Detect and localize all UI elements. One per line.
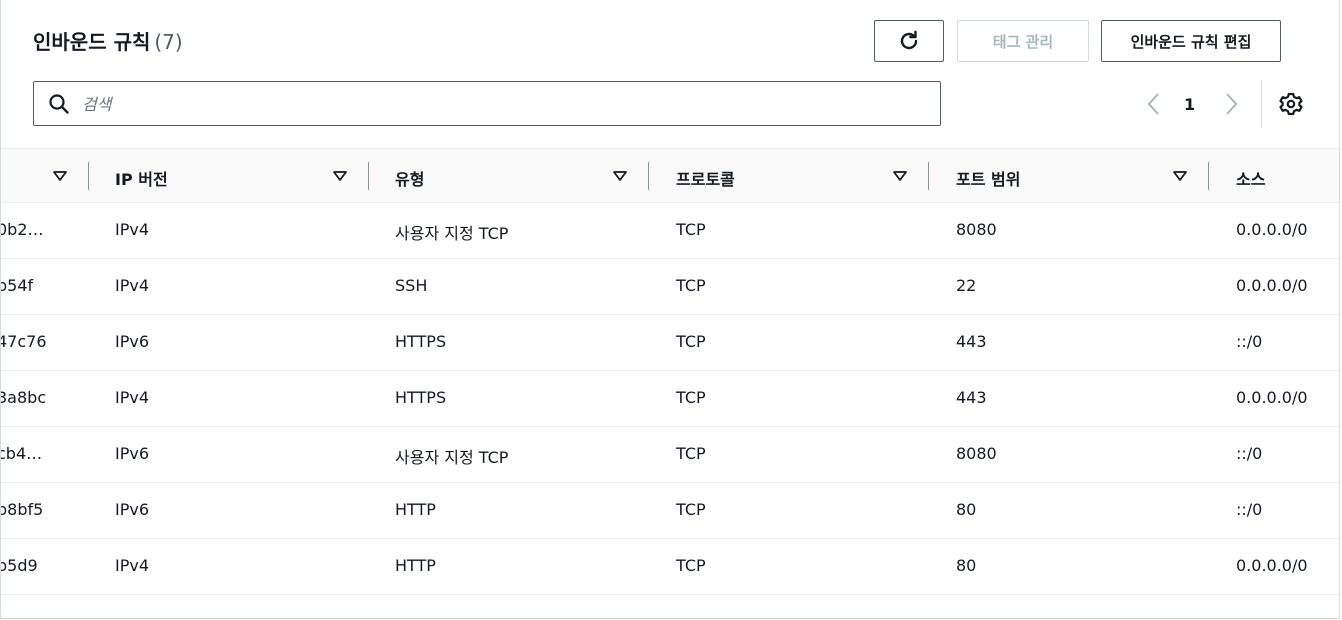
- previous-page-button[interactable]: [1146, 88, 1162, 120]
- caret-down-icon[interactable]: [1172, 168, 1188, 184]
- refresh-icon: [900, 30, 918, 50]
- rule-id-cell: 47c76: [1, 332, 47, 351]
- inbound-rules-panel: 인바운드 규칙(7) 태그 관리 인바운드 규칙 편집 1: [0, 0, 1340, 619]
- inbound-rules-table: IP 버전 유형 프로토콜 포트 범위 소스 0b2… IPv4 사용자 지정 …: [1, 148, 1339, 595]
- table-row[interactable]: cb4… IPv6 사용자 지정 TCP TCP 8080 ::/0: [1, 427, 1339, 483]
- type-cell: 사용자 지정 TCP: [395, 448, 509, 467]
- table-row[interactable]: b8bf5 IPv6 HTTP TCP 80 ::/0: [1, 483, 1339, 539]
- protocol-cell: TCP: [676, 276, 706, 295]
- protocol-cell: TCP: [676, 556, 706, 575]
- table-row[interactable]: 47c76 IPv6 HTTPS TCP 443 ::/0: [1, 315, 1339, 371]
- column-divider[interactable]: [368, 162, 369, 190]
- column-divider[interactable]: [928, 162, 929, 190]
- refresh-button[interactable]: [874, 20, 944, 62]
- protocol-cell: TCP: [676, 332, 706, 351]
- manage-tags-button[interactable]: 태그 관리: [957, 20, 1089, 62]
- column-divider[interactable]: [1208, 162, 1209, 190]
- protocol-cell: TCP: [676, 444, 706, 463]
- ip-version-cell: IPv4: [115, 556, 150, 575]
- column-divider[interactable]: [88, 162, 89, 190]
- port-range-cell: 22: [956, 276, 977, 295]
- rule-id-cell: b5d9: [1, 556, 38, 575]
- edit-inbound-rules-button[interactable]: 인바운드 규칙 편집: [1101, 20, 1281, 62]
- panel-title-text: 인바운드 규칙: [33, 30, 151, 54]
- rule-count: (7): [154, 30, 183, 54]
- table-header: IP 버전 유형 프로토콜 포트 범위 소스: [1, 148, 1339, 203]
- protocol-cell: TCP: [676, 388, 706, 407]
- port-range-cell: 80: [956, 556, 977, 575]
- chevron-left-icon: [1147, 93, 1159, 115]
- ip-version-cell: IPv6: [115, 332, 150, 351]
- search-input[interactable]: [80, 88, 924, 120]
- source-cell: ::/0: [1236, 500, 1263, 519]
- panel-title: 인바운드 규칙 (7): [33, 26, 183, 55]
- column-divider[interactable]: [648, 162, 649, 190]
- type-cell: HTTPS: [395, 388, 447, 407]
- rule-id-cell: cb4…: [1, 444, 43, 463]
- caret-down-icon[interactable]: [892, 168, 908, 184]
- source-cell: 0.0.0.0/0: [1236, 388, 1308, 407]
- column-header-ip-version[interactable]: IP 버전: [115, 166, 168, 190]
- table-row[interactable]: 3a8bc IPv4 HTTPS TCP 443 0.0.0.0/0: [1, 371, 1339, 427]
- next-page-button[interactable]: [1223, 88, 1239, 120]
- search-box[interactable]: [33, 81, 941, 126]
- port-range-cell: 80: [956, 500, 977, 519]
- caret-down-icon[interactable]: [612, 168, 628, 184]
- current-page-number[interactable]: 1: [1184, 88, 1195, 120]
- port-range-cell: 8080: [956, 444, 997, 463]
- source-cell: 0.0.0.0/0: [1236, 220, 1308, 239]
- caret-down-icon[interactable]: [52, 168, 68, 184]
- rule-id-cell: b8bf5: [1, 500, 44, 519]
- table-row[interactable]: b54f IPv4 SSH TCP 22 0.0.0.0/0: [1, 259, 1339, 315]
- ip-version-cell: IPv4: [115, 388, 150, 407]
- table-row[interactable]: b5d9 IPv4 HTTP TCP 80 0.0.0.0/0: [1, 539, 1339, 595]
- chevron-right-icon: [1226, 93, 1238, 115]
- column-header-source[interactable]: 소스: [1236, 166, 1265, 190]
- port-range-cell: 443: [956, 332, 987, 351]
- protocol-cell: TCP: [676, 500, 706, 519]
- rule-id-cell: 3a8bc: [1, 388, 47, 407]
- pager-divider: [1261, 80, 1262, 128]
- source-cell: ::/0: [1236, 332, 1263, 351]
- source-cell: ::/0: [1236, 444, 1263, 463]
- ip-version-cell: IPv4: [115, 276, 150, 295]
- rule-id-cell: b54f: [1, 276, 34, 295]
- type-cell: 사용자 지정 TCP: [395, 224, 509, 243]
- ip-version-cell: IPv4: [115, 220, 150, 239]
- search-icon: [49, 94, 69, 114]
- panel-header: 인바운드 규칙(7) 태그 관리 인바운드 규칙 편집 1: [1, 0, 1339, 148]
- port-range-cell: 443: [956, 388, 987, 407]
- port-range-cell: 8080: [956, 220, 997, 239]
- source-cell: 0.0.0.0/0: [1236, 276, 1308, 295]
- ip-version-cell: IPv6: [115, 444, 150, 463]
- column-header-type[interactable]: 유형: [395, 166, 424, 190]
- source-cell: 0.0.0.0/0: [1236, 556, 1308, 575]
- column-header-port-range[interactable]: 포트 범위: [956, 166, 1020, 190]
- type-cell: HTTP: [395, 500, 436, 519]
- column-header-protocol[interactable]: 프로토콜: [676, 166, 735, 190]
- type-cell: SSH: [395, 276, 428, 295]
- gear-icon[interactable]: [1278, 91, 1304, 117]
- rule-id-cell: 0b2…: [1, 220, 44, 239]
- type-cell: HTTP: [395, 556, 436, 575]
- caret-down-icon[interactable]: [332, 168, 348, 184]
- protocol-cell: TCP: [676, 220, 706, 239]
- ip-version-cell: IPv6: [115, 500, 150, 519]
- type-cell: HTTPS: [395, 332, 447, 351]
- table-row[interactable]: 0b2… IPv4 사용자 지정 TCP TCP 8080 0.0.0.0/0: [1, 203, 1339, 259]
